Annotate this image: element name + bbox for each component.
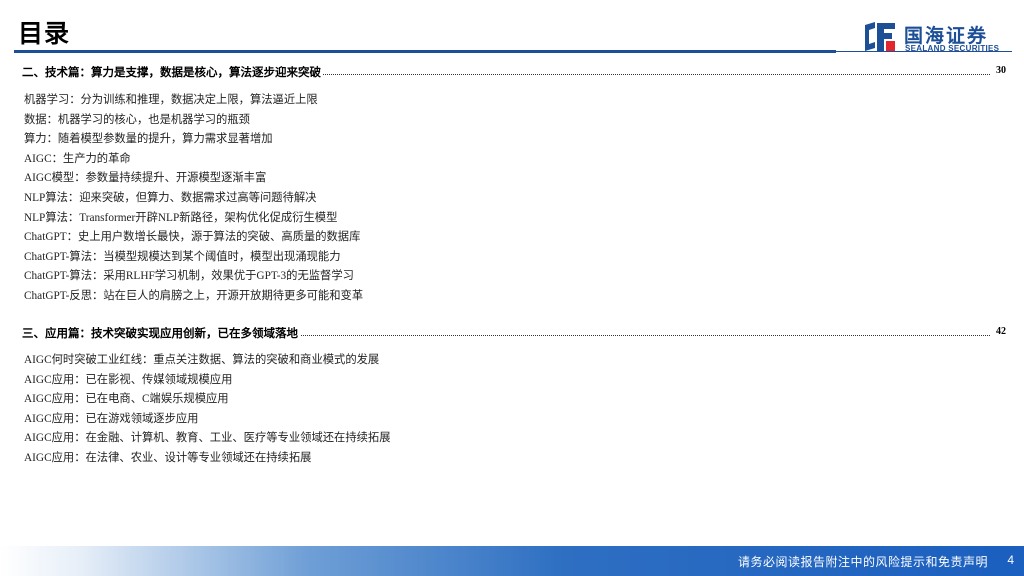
toc-item[interactable]: 数据：机器学习的核心，也是机器学习的瓶颈 (24, 111, 363, 131)
company-logo: 国海证券 SEALAND SECURITIES (862, 20, 1007, 54)
title-divider (14, 50, 836, 53)
section-page-number: 42 (995, 326, 1006, 337)
section-title: 二、技术篇：算力是支撑，数据是核心，算法逐步迎来突破 (22, 64, 323, 80)
sealand-logo-icon (865, 22, 895, 51)
toc-item[interactable]: 机器学习：分为训练和推理，数据决定上限，算法逼近上限 (24, 91, 363, 111)
toc-item[interactable]: AIGC应用：在金融、计算机、教育、工业、医疗等专业领域还在持续拓展 (24, 429, 391, 449)
toc-item[interactable]: ChatGPT-算法：采用RLHF学习机制，效果优于GPT-3的无监督学习 (24, 267, 363, 287)
toc-section-technology[interactable]: 二、技术篇：算力是支撑，数据是核心，算法逐步迎来突破 30 (22, 64, 1006, 80)
toc-item[interactable]: NLP算法：迎来突破，但算力、数据需求过高等问题待解决 (24, 189, 363, 209)
toc-item[interactable]: AIGC应用：已在影视、传媒领域规模应用 (24, 371, 391, 391)
footer-disclaimer: 请务必阅读报告附注中的风险提示和免责声明 (737, 555, 988, 569)
toc-item[interactable]: NLP算法：Transformer开辟NLP新路径，架构优化促成衍生模型 (24, 209, 363, 229)
logo-english-name: SEALAND SECURITIES (905, 44, 1000, 53)
toc-item[interactable]: AIGC模型：参数量持续提升、开源模型逐渐丰富 (24, 169, 363, 189)
toc-item[interactable]: ChatGPT-反思：站在巨人的肩膀之上，开源开放期待更多可能和变革 (24, 287, 363, 307)
page-title: 目录 (18, 19, 71, 48)
toc-item[interactable]: AIGC应用：已在游戏领域逐步应用 (24, 410, 391, 430)
toc-item[interactable]: AIGC：生产力的革命 (24, 150, 363, 170)
toc-item-list: AIGC何时突破工业红线：重点关注数据、算法的突破和商业模式的发展 AIGC应用… (24, 351, 391, 469)
toc-item[interactable]: AIGC何时突破工业红线：重点关注数据、算法的突破和商业模式的发展 (24, 351, 391, 371)
toc-item[interactable]: AIGC应用：在法律、农业、设计等专业领域还在持续拓展 (24, 449, 391, 469)
section-title: 三、应用篇：技术突破实现应用创新，已在多领域落地 (22, 325, 300, 341)
footer-page-number: 4 (1007, 553, 1014, 567)
toc-item-list: 机器学习：分为训练和推理，数据决定上限，算法逼近上限 数据：机器学习的核心，也是… (24, 91, 363, 307)
toc-item[interactable]: 算力：随着模型参数量的提升，算力需求显著增加 (24, 130, 363, 150)
toc-item[interactable]: ChatGPT：史上用户数增长最快，源于算法的突破、高质量的数据库 (24, 228, 363, 248)
toc-section-application[interactable]: 三、应用篇：技术突破实现应用创新，已在多领域落地 42 (22, 325, 1006, 341)
section-page-number: 30 (995, 65, 1006, 76)
toc-item[interactable]: ChatGPT-算法：当模型规模达到某个阈值时，模型出现涌现能力 (24, 248, 363, 268)
toc-item[interactable]: AIGC应用：已在电商、C端娱乐规模应用 (24, 390, 391, 410)
